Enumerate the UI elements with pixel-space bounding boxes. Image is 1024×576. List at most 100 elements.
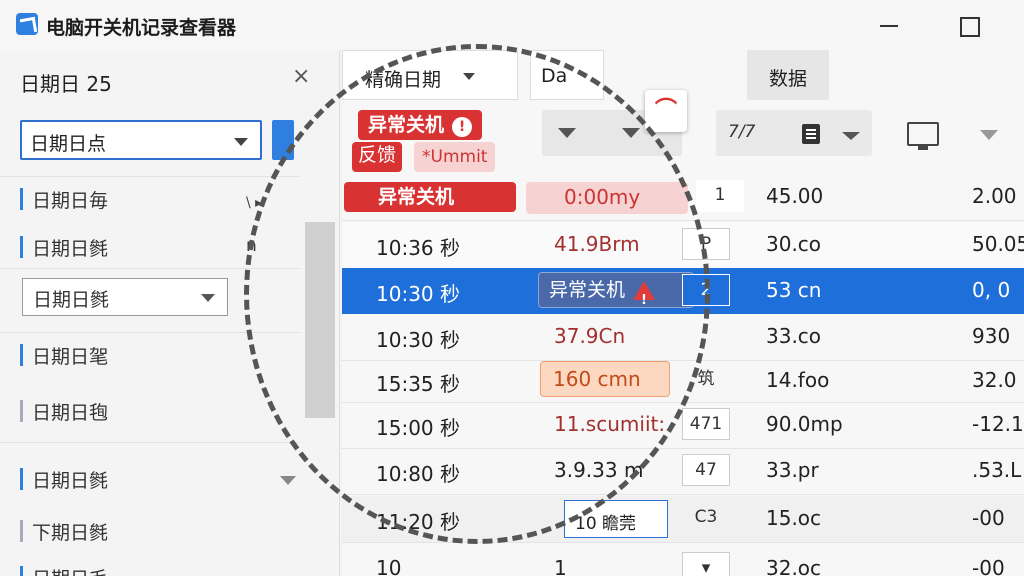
cell-c3: 33.co bbox=[766, 324, 822, 348]
table-row[interactable]: 10:80 秒 3.9.33 m 47 33.pr .53.L bbox=[342, 448, 1024, 494]
tab-data[interactable]: 数据 bbox=[747, 50, 829, 100]
cell-c4: 2.00 bbox=[972, 184, 1017, 208]
cell-mid: 筑 bbox=[697, 369, 715, 389]
table-row[interactable]: 10:36 秒 41.9Brm P 30.co 50.05 bbox=[342, 222, 1024, 268]
sidebar-item-label: 日期日毎 bbox=[32, 190, 109, 212]
window-title: 电脑开关机记录查看器 bbox=[46, 17, 237, 39]
cell-time: 10:80 秒 bbox=[376, 462, 460, 486]
edit-input[interactable]: 10 瞻莞 bbox=[564, 500, 668, 538]
monitor-icon[interactable] bbox=[907, 122, 939, 150]
cell-c4: 32.0 bbox=[972, 368, 1017, 392]
cell-mid[interactable]: ▾ bbox=[682, 552, 730, 576]
cell-mid: C3 bbox=[694, 507, 718, 527]
document-icon[interactable] bbox=[802, 124, 820, 144]
sidebar-select-value: 日期日毿 bbox=[33, 289, 110, 311]
chevron-down-icon[interactable] bbox=[280, 476, 296, 485]
divider bbox=[342, 494, 1024, 495]
filter-icon[interactable] bbox=[622, 128, 640, 138]
feedback-badge[interactable]: 反馈 bbox=[352, 142, 403, 172]
cell-time: 10 bbox=[376, 556, 402, 576]
table-row[interactable]: 10:30 秒 37.9Cn 33.co 930 bbox=[342, 314, 1024, 360]
date-select[interactable]: 日期日点 bbox=[20, 120, 262, 160]
sidebar-item[interactable]: 日期日毿 bbox=[20, 466, 108, 493]
alarm-chip-label: 异常关机 bbox=[549, 279, 626, 301]
filter-icon[interactable] bbox=[980, 130, 998, 140]
cell-value: 41.9Brm bbox=[554, 232, 640, 256]
date-go-button[interactable] bbox=[272, 120, 294, 160]
cell-value: 1 bbox=[554, 556, 567, 576]
cell-c4: 50.05 bbox=[972, 232, 1024, 256]
divider bbox=[0, 332, 300, 333]
divider bbox=[342, 542, 1024, 543]
sidebar-item-label: 日期日毿 bbox=[32, 238, 109, 260]
precise-date-select[interactable]: 精确日期 bbox=[342, 50, 518, 100]
cell-c3: 33.pr bbox=[766, 458, 819, 482]
fragment-text: n bbox=[246, 236, 257, 256]
sidebar-item-label: 日期日毿 bbox=[32, 470, 109, 492]
sidebar-item-label: 日期日毛 bbox=[32, 568, 108, 576]
cell-c3: 45.00 bbox=[766, 184, 824, 208]
sidebar-item[interactable]: 日期日毠 bbox=[20, 342, 108, 369]
filter-icon[interactable] bbox=[558, 128, 576, 138]
app-logo-icon bbox=[16, 13, 38, 35]
cell-c4: .53.L bbox=[972, 458, 1022, 482]
value-chip: 160 cmn bbox=[540, 361, 670, 397]
cell-time: 10:30 秒 bbox=[376, 328, 460, 352]
cell-c3: 30.co bbox=[766, 232, 822, 256]
fragment-text: \ ▸ bbox=[246, 195, 263, 211]
cell-mid: 1 bbox=[696, 180, 744, 212]
alarm-chip: 异常关机 bbox=[538, 272, 694, 318]
chevron-down-icon bbox=[201, 294, 215, 302]
cell-c4: 930 bbox=[972, 324, 1011, 348]
refresh-button[interactable]: ⌒ bbox=[645, 90, 687, 132]
cell-mid: 2 bbox=[682, 274, 730, 306]
table-row[interactable]: 11:20 秒 10 瞻莞 C3 15.oc -00 bbox=[342, 496, 1024, 542]
page-counter: 7/7 bbox=[728, 122, 756, 142]
sidebar-item[interactable]: 日期日毛 bbox=[20, 564, 108, 576]
table-row-selected[interactable]: 10:30 秒 异常关机 2 53 cn 0, 0 bbox=[342, 268, 1024, 318]
table-row[interactable]: 10 1 ▾ 32.oc -00 bbox=[342, 546, 1024, 576]
cell-c3: 14.foo bbox=[766, 368, 830, 392]
cell-value: 11.scumiit: bbox=[554, 412, 666, 436]
sidebar-item[interactable]: 日期日毥 bbox=[20, 398, 108, 425]
cell-time: 11:20 秒 bbox=[376, 510, 460, 534]
cell-time: 10:36 秒 bbox=[376, 236, 460, 260]
cell-c4: -00 bbox=[972, 506, 1005, 530]
scrollbar-thumb[interactable] bbox=[305, 222, 335, 418]
cell-c3: 90.0mp bbox=[766, 412, 843, 436]
panel-header: 日期日 25 bbox=[20, 72, 112, 96]
sidebar-item[interactable]: 下期日毿 bbox=[20, 518, 108, 545]
alarm-badge[interactable]: 异常关机! bbox=[358, 110, 483, 140]
cell-value: 3.9.33 m bbox=[554, 458, 644, 482]
chevron-down-icon bbox=[234, 138, 248, 146]
cell-time: 10:30 秒 bbox=[376, 282, 460, 306]
sidebar-select[interactable]: 日期日毿 bbox=[22, 278, 228, 316]
chevron-down-icon[interactable] bbox=[842, 132, 860, 140]
cell-value: 37.9Cn bbox=[554, 324, 626, 348]
divider bbox=[342, 220, 1024, 221]
cell-time: 15:00 秒 bbox=[376, 416, 460, 440]
cell-mid: 47 bbox=[682, 454, 730, 486]
chevron-down-icon bbox=[463, 73, 475, 80]
maximize-button[interactable] bbox=[955, 12, 981, 38]
alert-icon: ! bbox=[452, 117, 473, 137]
sidebar-item[interactable]: 日期日毿 bbox=[20, 234, 108, 261]
divider bbox=[0, 442, 300, 443]
cell-mid: 471 bbox=[682, 408, 730, 440]
value-chip: 0:00my bbox=[526, 182, 688, 214]
cell-c4: -12.10 bbox=[972, 412, 1024, 436]
minimize-button[interactable] bbox=[876, 12, 902, 38]
cell-c4: 0, 0 bbox=[972, 278, 1011, 302]
submit-chip[interactable]: *Ummit bbox=[414, 142, 496, 172]
panel-close-button[interactable]: × bbox=[292, 64, 310, 89]
sidebar-item[interactable]: 日期日毎 bbox=[20, 186, 108, 213]
cell-c3: 32.oc bbox=[766, 556, 822, 576]
tab-da[interactable]: Da bbox=[530, 50, 604, 100]
title-bar: 电脑开关机记录查看器 bbox=[0, 0, 1024, 50]
divider bbox=[0, 268, 300, 269]
table-row[interactable]: 15:00 秒 11.scumiit: 471 90.0mp -12.10 bbox=[342, 402, 1024, 448]
precise-date-label: 精确日期 bbox=[365, 69, 442, 91]
divider bbox=[0, 176, 300, 177]
table-row[interactable]: 异常关机 0:00my 1 45.00 2.00 bbox=[342, 174, 1024, 220]
table-row[interactable]: 15:35 秒 160 cmn 筑 14.foo 32.0 bbox=[342, 358, 1024, 404]
